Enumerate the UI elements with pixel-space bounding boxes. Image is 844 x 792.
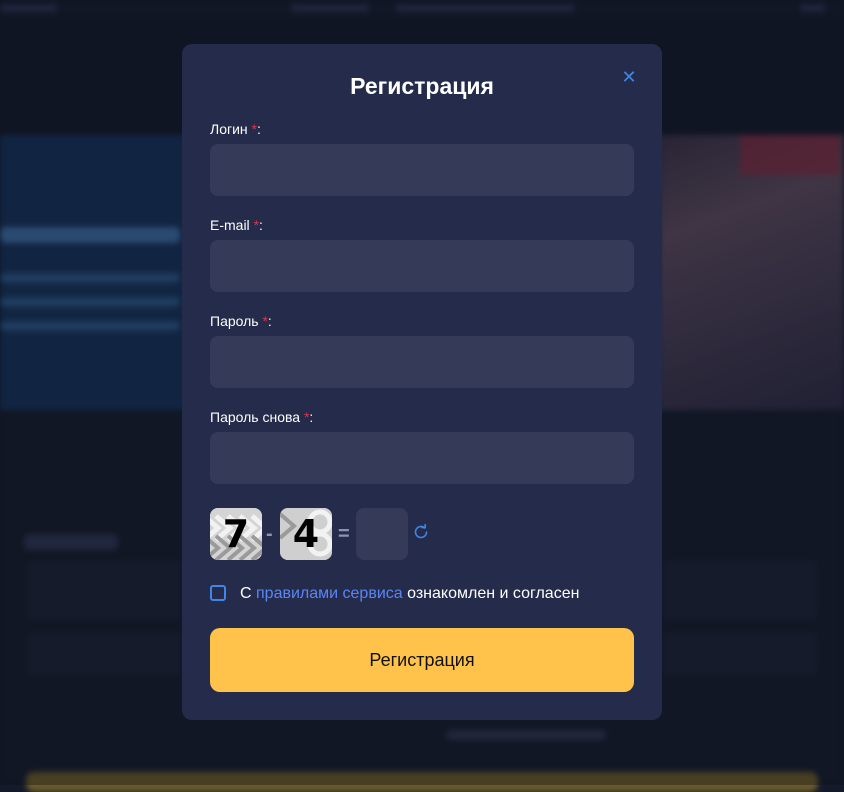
password-repeat-label-suffix: : bbox=[309, 409, 314, 425]
agreement-text: С правилами сервиса ознакомлен и согласе… bbox=[240, 585, 579, 603]
password-label-suffix: : bbox=[267, 313, 272, 329]
password-label: Пароль *: bbox=[210, 313, 272, 329]
captcha-equals: = bbox=[338, 523, 350, 545]
captcha-operator: - bbox=[266, 523, 273, 545]
registration-modal: ✕ Регистрация Логин *: E-mail *: Пароль … bbox=[182, 44, 662, 720]
refresh-icon[interactable] bbox=[413, 523, 431, 542]
agreement-row: С правилами сервиса ознакомлен и согласе… bbox=[210, 584, 634, 606]
captcha-second-digit: 4 bbox=[292, 512, 320, 556]
password-repeat-label-text: Пароль снова bbox=[210, 409, 301, 425]
email-label-suffix: : bbox=[259, 217, 263, 233]
login-label-text: Логин bbox=[210, 121, 248, 137]
modal-title: Регистрация bbox=[350, 73, 494, 99]
email-input[interactable] bbox=[210, 240, 634, 292]
captcha-image-first: 7 bbox=[210, 508, 262, 560]
password-repeat-label: Пароль снова *: bbox=[210, 409, 313, 425]
email-label: E-mail *: bbox=[210, 217, 263, 233]
agreement-checkbox[interactable] bbox=[210, 585, 226, 601]
agreement-prefix: С bbox=[240, 585, 252, 602]
captcha-image-second: 4 bbox=[280, 508, 332, 560]
service-rules-link[interactable]: правилами сервиса bbox=[256, 585, 403, 602]
captcha-answer-input[interactable] bbox=[356, 508, 408, 560]
login-input[interactable] bbox=[210, 144, 634, 196]
email-label-text: E-mail bbox=[210, 217, 250, 233]
agreement-suffix: ознакомлен и согласен bbox=[407, 585, 580, 602]
login-label-suffix: : bbox=[256, 121, 261, 137]
captcha: 7 - 4 = bbox=[210, 508, 634, 560]
password-repeat-input[interactable] bbox=[210, 432, 634, 484]
password-label-text: Пароль bbox=[210, 313, 259, 329]
login-label: Логин *: bbox=[210, 121, 261, 137]
register-button[interactable]: Регистрация bbox=[210, 628, 634, 692]
captcha-first-digit: 7 bbox=[222, 512, 250, 556]
password-input[interactable] bbox=[210, 336, 634, 388]
